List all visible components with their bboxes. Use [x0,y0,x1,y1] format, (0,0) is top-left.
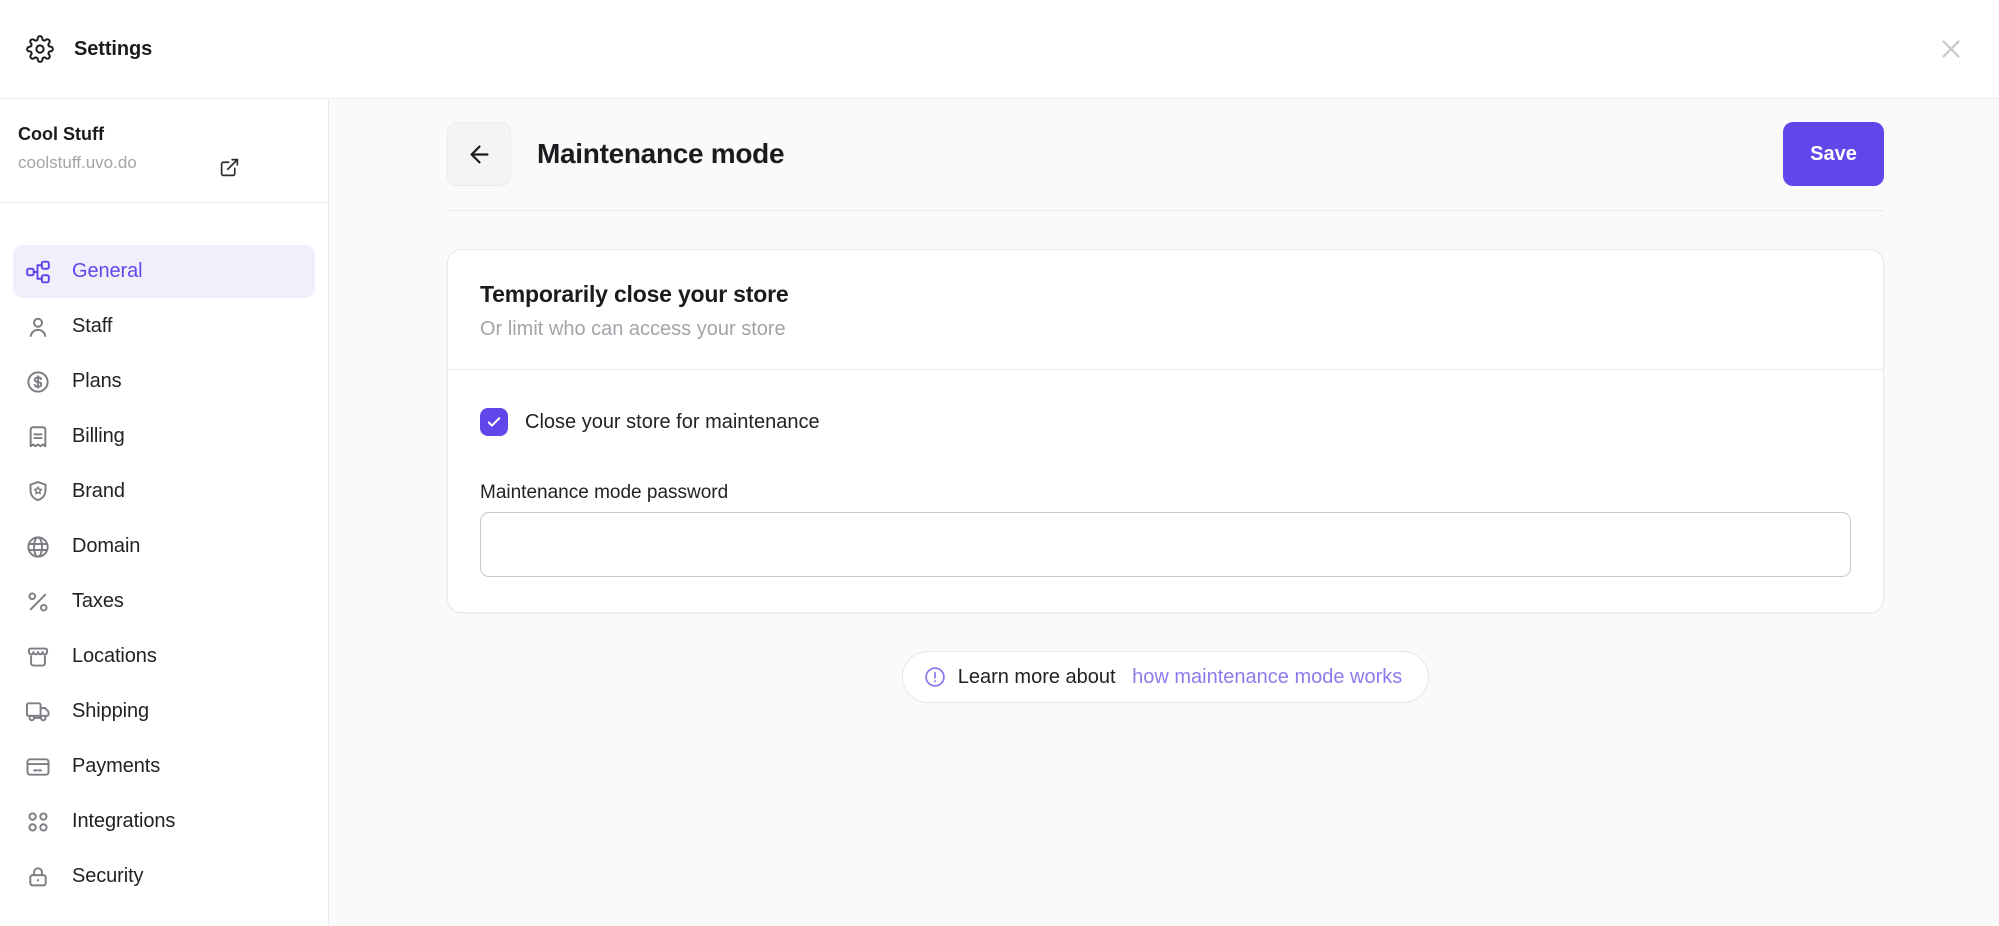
card-subtitle: Or limit who can access your store [480,318,1851,341]
back-button[interactable] [447,122,511,186]
user-icon [25,314,51,340]
hierarchy-icon [25,259,51,285]
sidebar-nav: General Staff Plans Billing Brand Domain Taxes… [0,203,328,903]
close-store-checkbox[interactable] [480,408,508,436]
settings-sidebar: Cool Stuff coolstuff.uvo.do General Staff… [0,99,329,926]
save-button[interactable]: Save [1783,122,1884,186]
header-divider [447,210,1884,211]
grid-dots-icon [25,809,51,835]
learn-more-pill: Learn more about how maintenance mode wo… [902,651,1430,703]
card-title: Temporarily close your store [480,281,1851,308]
topbar: Settings [0,0,1999,99]
sidebar-item-brand[interactable]: Brand [13,465,315,518]
external-link-icon [219,157,240,178]
sidebar-item-integrations[interactable]: Integrations [13,795,315,848]
sidebar-item-staff[interactable]: Staff [13,300,315,353]
sidebar-item-billing[interactable]: Billing [13,410,315,463]
store-domain: coolstuff.uvo.do [18,153,310,173]
sidebar-item-label: Taxes [72,590,124,613]
gear-icon [26,35,54,63]
open-store-button[interactable] [219,157,240,178]
page-header: Maintenance mode Save [447,122,1884,186]
sidebar-item-shipping[interactable]: Shipping [13,685,315,738]
store-info: Cool Stuff coolstuff.uvo.do [0,99,328,203]
arrow-left-icon [466,141,493,168]
sidebar-item-taxes[interactable]: Taxes [13,575,315,628]
sidebar-item-label: Domain [72,535,140,558]
page-context-title: Settings [74,38,152,61]
truck-icon [25,699,51,725]
shield-star-icon [25,479,51,505]
learn-more-text: Learn more about [958,666,1121,689]
sidebar-item-plans[interactable]: Plans [13,355,315,408]
checkmark-icon [485,413,503,431]
page-title: Maintenance mode [537,138,784,170]
maintenance-password-input[interactable] [480,512,1851,577]
percent-icon [25,589,51,615]
card-header: Temporarily close your store Or limit wh… [448,250,1883,369]
close-icon [1936,34,1966,64]
close-store-checkbox-label: Close your store for maintenance [525,411,820,434]
store-name: Cool Stuff [18,124,310,145]
sidebar-item-label: Brand [72,480,125,503]
maintenance-mode-link[interactable]: how maintenance mode works [1132,666,1402,689]
credit-card-icon [25,754,51,780]
sidebar-item-label: Security [72,865,143,888]
password-field-group: Maintenance mode password [480,482,1851,577]
card-body: Close your store for maintenance Mainten… [448,370,1883,612]
sidebar-item-label: Billing [72,425,125,448]
lock-icon [25,864,51,890]
sidebar-item-locations[interactable]: Locations [13,630,315,683]
sidebar-item-security[interactable]: Security [13,850,315,903]
sidebar-item-general[interactable]: General [13,245,315,298]
dollar-circle-icon [25,369,51,395]
sidebar-item-domain[interactable]: Domain [13,520,315,573]
password-field-label: Maintenance mode password [480,482,1851,504]
maintenance-card: Temporarily close your store Or limit wh… [447,249,1884,613]
sidebar-item-label: Payments [72,755,160,778]
close-store-checkbox-row[interactable]: Close your store for maintenance [480,408,1851,436]
sidebar-item-label: Staff [72,315,112,338]
globe-icon [25,534,51,560]
app-shell: Cool Stuff coolstuff.uvo.do General Staff… [0,99,1999,926]
sidebar-item-label: Integrations [72,810,175,833]
storefront-icon [25,644,51,670]
close-settings-button[interactable] [1929,27,1973,71]
info-circle-icon [923,665,947,689]
sidebar-item-payments[interactable]: Payments [13,740,315,793]
receipt-icon [25,424,51,450]
sidebar-item-label: Locations [72,645,157,668]
sidebar-item-label: Plans [72,370,122,393]
main-content: Maintenance mode Save Temporarily close … [329,99,1999,926]
sidebar-item-label: General [72,260,142,283]
sidebar-item-label: Shipping [72,700,149,723]
